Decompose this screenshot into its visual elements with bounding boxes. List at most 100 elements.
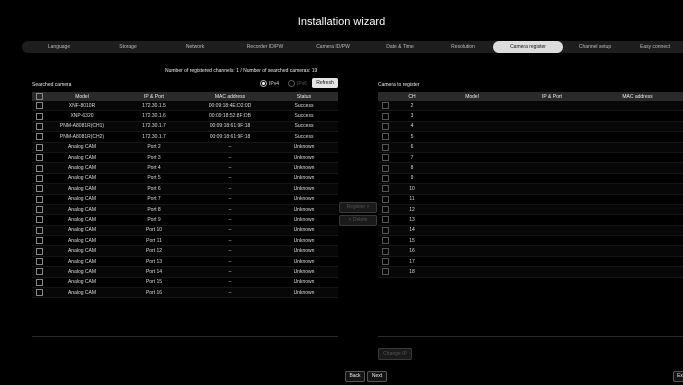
register-channel-row[interactable]: 4 — [378, 121, 683, 133]
register-channel-row[interactable]: 18 — [378, 266, 683, 278]
register-channel-row[interactable]: 15 — [378, 235, 683, 247]
row-checkbox[interactable] — [32, 162, 46, 174]
register-channel-row[interactable]: 10 — [378, 183, 683, 195]
next-button[interactable]: Next — [367, 371, 387, 382]
searched-camera-row[interactable]: PNM-A8081R(CH2) 172.30.1.7 00:09:18:61:9F:… — [32, 131, 338, 143]
row-checkbox[interactable] — [378, 266, 392, 278]
step-recorder-id-pw[interactable]: Recorder ID/PW — [230, 41, 300, 53]
register-channel-row[interactable]: 13 — [378, 214, 683, 226]
searched-camera-row[interactable]: Analog CAM Port 11– Unknown — [32, 235, 338, 247]
refresh-button[interactable]: Refresh — [312, 78, 338, 88]
row-checkbox[interactable] — [32, 266, 46, 278]
searched-camera-row[interactable]: Analog CAM Port 9– Unknown — [32, 214, 338, 226]
row-checkbox[interactable] — [32, 173, 46, 185]
step-camera-register[interactable]: Camera register — [493, 41, 563, 53]
row-checkbox[interactable] — [378, 225, 392, 237]
row-checkbox[interactable] — [32, 204, 46, 216]
searched-camera-row[interactable]: Analog CAM Port 16– Unknown — [32, 287, 338, 299]
register-channel-row[interactable]: 2 — [378, 101, 683, 112]
register-channel-row[interactable]: 3 — [378, 110, 683, 122]
step-date-time[interactable]: Date & Time — [366, 41, 434, 53]
row-checkbox[interactable] — [32, 256, 46, 268]
step-channel-setup[interactable]: Channel setup — [563, 41, 627, 53]
searched-camera-row[interactable]: XNP-6320 172.30.1.6 00:09:18:52:8F:DB Succe… — [32, 110, 338, 122]
register-channel-row[interactable]: 12 — [378, 204, 683, 216]
row-checkbox[interactable] — [378, 121, 392, 133]
row-checkbox[interactable] — [32, 121, 46, 133]
register-channel-row[interactable]: 7 — [378, 152, 683, 164]
searched-camera-row[interactable]: Analog CAM Port 13– Unknown — [32, 256, 338, 268]
row-checkbox[interactable] — [378, 142, 392, 153]
step-resolution[interactable]: Resolution — [434, 41, 492, 53]
step-language[interactable]: Language — [22, 41, 96, 53]
row-checkbox[interactable] — [378, 173, 392, 185]
col-mac-address: MAC address — [592, 92, 683, 101]
register-channel-row[interactable]: 9 — [378, 173, 683, 185]
row-checkbox[interactable] — [378, 101, 392, 112]
row-checkbox[interactable] — [32, 287, 46, 299]
register-channel-row[interactable]: 8 — [378, 162, 683, 174]
row-checkbox[interactable] — [378, 245, 392, 257]
row-checkbox[interactable] — [32, 194, 46, 205]
cell-ch: 13 — [392, 214, 432, 226]
searched-camera-row[interactable]: Analog CAM Port 3– Unknown — [32, 152, 338, 164]
cell-model — [432, 225, 512, 237]
row-checkbox[interactable] — [32, 245, 46, 257]
row-checkbox[interactable] — [378, 256, 392, 268]
row-checkbox[interactable] — [378, 183, 392, 195]
step-easy-connect[interactable]: Easy connect — [627, 41, 683, 53]
row-checkbox[interactable] — [378, 194, 392, 205]
step-camera-id-pw[interactable]: Camera ID/PW — [300, 41, 366, 53]
delete-button[interactable]: < Delete — [339, 215, 377, 226]
searched-camera-row[interactable]: Analog CAM Port 10– Unknown — [32, 225, 338, 237]
register-channel-row[interactable]: 14 — [378, 225, 683, 237]
cell-model: Analog CAM — [46, 277, 118, 289]
ipv6-radio[interactable]: IPv6 — [288, 80, 307, 87]
searched-camera-row[interactable]: Analog CAM Port 12– Unknown — [32, 245, 338, 257]
row-checkbox[interactable] — [32, 277, 46, 289]
searched-camera-row[interactable]: Analog CAM Port 4– Unknown — [32, 162, 338, 174]
row-checkbox[interactable] — [378, 235, 392, 247]
searched-camera-row[interactable]: Analog CAM Port 7– Unknown — [32, 194, 338, 205]
register-channel-row[interactable]: 6 — [378, 142, 683, 153]
cell-ch: 6 — [392, 142, 432, 153]
searched-camera-row[interactable]: Analog CAM Port 2– Unknown — [32, 142, 338, 153]
row-checkbox[interactable] — [32, 214, 46, 226]
select-all-checkbox[interactable] — [32, 92, 46, 101]
register-channel-row[interactable]: 5 — [378, 131, 683, 143]
row-checkbox[interactable] — [378, 162, 392, 174]
ipv4-radio[interactable]: IPv4 — [260, 80, 279, 87]
back-button[interactable]: Back — [345, 371, 365, 382]
register-channel-row[interactable]: 17 — [378, 256, 683, 268]
searched-camera-row[interactable]: Analog CAM Port 8– Unknown — [32, 204, 338, 216]
row-checkbox[interactable] — [378, 131, 392, 143]
searched-camera-row[interactable]: XNF-8010R 172.30.1.5 00:09:18:4E:D2:0D Succ… — [32, 101, 338, 112]
searched-camera-row[interactable]: Analog CAM Port 15– Unknown — [32, 277, 338, 289]
cell-ip-port: Port 16 — [118, 287, 190, 299]
row-checkbox[interactable] — [378, 204, 392, 216]
row-checkbox[interactable] — [32, 131, 46, 143]
cell-status: Unknown — [270, 183, 338, 195]
exit-button[interactable]: Ex — [673, 371, 683, 382]
cell-model — [432, 245, 512, 257]
row-checkbox[interactable] — [378, 214, 392, 226]
register-button[interactable]: Register > — [339, 202, 377, 213]
register-channel-row[interactable]: 16 — [378, 245, 683, 257]
searched-camera-row[interactable]: Analog CAM Port 5– Unknown — [32, 173, 338, 185]
row-checkbox[interactable] — [32, 101, 46, 112]
row-checkbox[interactable] — [32, 225, 46, 237]
row-checkbox[interactable] — [32, 110, 46, 122]
change-ip-button[interactable]: Change IP — [378, 348, 412, 360]
row-checkbox[interactable] — [32, 142, 46, 153]
row-checkbox[interactable] — [32, 183, 46, 195]
searched-camera-row[interactable]: Analog CAM Port 14– Unknown — [32, 266, 338, 278]
row-checkbox[interactable] — [32, 152, 46, 164]
step-storage[interactable]: Storage — [96, 41, 160, 53]
searched-camera-row[interactable]: PNM-A8081R(CH1) 172.30.1.7 00:09:18:61:9F:… — [32, 121, 338, 133]
row-checkbox[interactable] — [378, 152, 392, 164]
searched-camera-row[interactable]: Analog CAM Port 6– Unknown — [32, 183, 338, 195]
row-checkbox[interactable] — [378, 110, 392, 122]
step-network[interactable]: Network — [160, 41, 230, 53]
row-checkbox[interactable] — [32, 235, 46, 247]
register-channel-row[interactable]: 11 — [378, 194, 683, 205]
